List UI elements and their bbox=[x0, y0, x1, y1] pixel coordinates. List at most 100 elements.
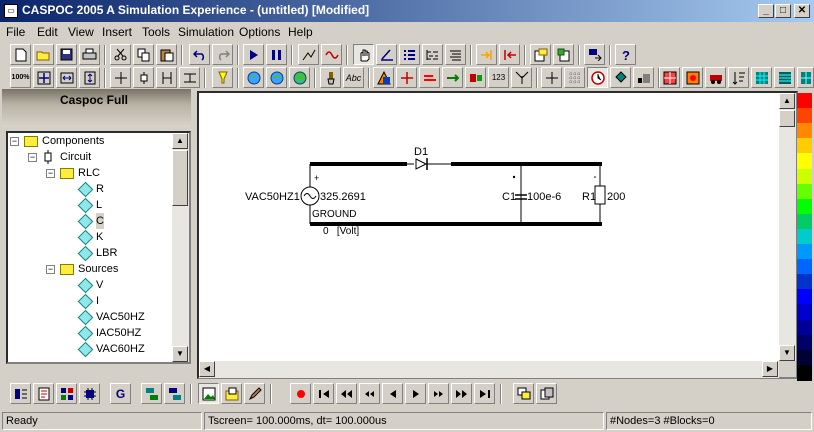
node-junction-icon[interactable] bbox=[110, 67, 131, 88]
open-folder-icon[interactable] bbox=[33, 44, 54, 65]
target-grid-icon[interactable] bbox=[659, 67, 680, 88]
palette-swatch[interactable] bbox=[797, 289, 812, 306]
schematic-canvas[interactable]: + VAC50HZ1 325.2691 GROUND 0 [Volt] D1 C… bbox=[199, 93, 779, 361]
play-icon[interactable] bbox=[405, 383, 426, 404]
list-view-icon[interactable] bbox=[399, 44, 420, 65]
tree-scroll-thumb[interactable] bbox=[172, 150, 188, 206]
scroll-down-arrow-icon[interactable]: ▼ bbox=[172, 346, 188, 362]
tree-node[interactable]: C bbox=[8, 213, 172, 230]
palette-swatch[interactable] bbox=[797, 198, 812, 215]
step-back-icon[interactable] bbox=[382, 383, 403, 404]
pause-bars-icon[interactable] bbox=[266, 44, 287, 65]
shape-tool-icon[interactable] bbox=[373, 67, 394, 88]
tree-collapse-icon[interactable]: − bbox=[10, 137, 19, 146]
network-config-icon[interactable] bbox=[164, 383, 185, 404]
palette-swatch[interactable] bbox=[797, 153, 812, 170]
tree-node[interactable]: V bbox=[8, 277, 172, 294]
tree-node[interactable]: R bbox=[8, 181, 172, 198]
print-icon[interactable] bbox=[79, 44, 100, 65]
help-question-icon[interactable]: ? bbox=[615, 44, 636, 65]
tree-node[interactable]: − RLC bbox=[8, 165, 172, 181]
import-document-icon[interactable] bbox=[553, 44, 574, 65]
array-block-icon[interactable] bbox=[774, 67, 795, 88]
zoom-width-icon[interactable] bbox=[56, 67, 77, 88]
canvas-scroll-left-arrow-icon[interactable]: ◀ bbox=[199, 361, 215, 377]
tree-collapse-icon[interactable]: − bbox=[28, 153, 37, 162]
network-blocks-icon[interactable] bbox=[141, 383, 162, 404]
undo-icon[interactable] bbox=[189, 44, 210, 65]
tree-collapse-icon[interactable]: − bbox=[46, 265, 55, 274]
antenna-signal-icon[interactable] bbox=[511, 67, 532, 88]
block-list-icon[interactable] bbox=[10, 383, 31, 404]
zoom-fit-icon[interactable] bbox=[33, 67, 54, 88]
palette-swatch[interactable] bbox=[797, 364, 812, 381]
menu-options[interactable]: Options bbox=[239, 25, 280, 39]
scroll-up-arrow-icon[interactable]: ▲ bbox=[172, 133, 188, 149]
palette-swatch[interactable] bbox=[797, 244, 812, 261]
palette-swatch[interactable] bbox=[797, 138, 812, 155]
zoom-100-icon[interactable]: 100% bbox=[10, 67, 31, 88]
close-button[interactable]: ✕ bbox=[794, 4, 810, 18]
palette-swatch[interactable] bbox=[797, 93, 812, 109]
palette-swatch[interactable] bbox=[797, 259, 812, 276]
window-arrange-icon[interactable] bbox=[584, 44, 605, 65]
menu-simulation[interactable]: Simulation bbox=[178, 25, 234, 39]
menu-view[interactable]: View bbox=[68, 25, 94, 39]
palette-swatch[interactable] bbox=[797, 319, 812, 336]
fast-forward-double-icon[interactable] bbox=[451, 383, 472, 404]
canvas-vscroll-thumb[interactable] bbox=[779, 110, 795, 127]
record-dot-icon[interactable] bbox=[290, 383, 311, 404]
run-simulation-icon[interactable] bbox=[243, 44, 264, 65]
mirror-vertical-icon[interactable] bbox=[156, 67, 177, 88]
block-library-icon[interactable] bbox=[682, 67, 703, 88]
step-in-arrow-icon[interactable] bbox=[476, 44, 497, 65]
palette-swatch[interactable] bbox=[797, 334, 812, 351]
vehicle-model-icon[interactable] bbox=[705, 67, 726, 88]
color-palette[interactable] bbox=[797, 93, 812, 381]
menu-tools[interactable]: Tools bbox=[142, 25, 170, 39]
palette-swatch[interactable] bbox=[797, 349, 812, 366]
text-label-icon[interactable]: Abc bbox=[343, 67, 364, 88]
palette-swatch[interactable] bbox=[797, 168, 812, 185]
palette-swatch[interactable] bbox=[797, 123, 812, 140]
zoom-height-icon[interactable] bbox=[79, 67, 100, 88]
palette-swatch[interactable] bbox=[797, 274, 812, 291]
cursor-cross-icon[interactable] bbox=[541, 67, 562, 88]
canvas-scroll-up-arrow-icon[interactable]: ▲ bbox=[779, 93, 795, 109]
matrix-block-icon[interactable] bbox=[751, 67, 772, 88]
tree-node[interactable]: LBR bbox=[8, 245, 172, 262]
new-file-icon[interactable] bbox=[10, 44, 31, 65]
export-document-icon[interactable] bbox=[530, 44, 551, 65]
table-block-icon[interactable] bbox=[797, 67, 814, 88]
mirror-horizontal-icon[interactable] bbox=[179, 67, 200, 88]
tree-vertical-scrollbar[interactable]: ▲ ▼ bbox=[172, 133, 189, 362]
properties-list-icon[interactable] bbox=[445, 44, 466, 65]
bar-level-icon[interactable] bbox=[633, 67, 654, 88]
maximize-button[interactable]: □ bbox=[775, 4, 791, 18]
palette-swatch[interactable] bbox=[797, 213, 812, 230]
menu-file[interactable]: File bbox=[6, 25, 25, 39]
canvas-scroll-right-arrow-icon[interactable]: ▶ bbox=[762, 361, 778, 377]
caspoc-app-icon[interactable]: ▭ bbox=[4, 4, 18, 18]
image-view-icon[interactable] bbox=[198, 383, 219, 404]
chart-lines-icon[interactable] bbox=[298, 44, 319, 65]
skip-start-icon[interactable] bbox=[313, 383, 334, 404]
minimize-button[interactable]: _ bbox=[758, 4, 774, 18]
tree-collapse-icon[interactable]: − bbox=[46, 169, 55, 178]
pen-edit-icon[interactable] bbox=[244, 383, 265, 404]
canvas-horizontal-scrollbar[interactable]: ◀ ▶ bbox=[199, 361, 779, 378]
voltage-source-symbol[interactable] bbox=[300, 186, 320, 206]
tree-view-icon[interactable] bbox=[422, 44, 443, 65]
menu-edit[interactable]: Edit bbox=[37, 25, 58, 39]
canvas-vertical-scrollbar[interactable]: ▲ ▼ bbox=[779, 93, 796, 361]
tree-node[interactable]: VAC50HZ bbox=[8, 309, 172, 326]
globe-network-icon[interactable] bbox=[266, 67, 287, 88]
fast-rewind-icon[interactable] bbox=[336, 383, 357, 404]
paste-clipboard-icon[interactable] bbox=[156, 44, 177, 65]
cut-scissors-icon[interactable] bbox=[110, 44, 131, 65]
block-connect-icon[interactable] bbox=[465, 67, 486, 88]
tree-node[interactable]: − Circuit bbox=[8, 149, 172, 165]
save-disk-icon[interactable] bbox=[56, 44, 77, 65]
canvas-scroll-down-arrow-icon[interactable]: ▼ bbox=[779, 345, 795, 361]
tree-node[interactable]: K bbox=[8, 229, 172, 246]
